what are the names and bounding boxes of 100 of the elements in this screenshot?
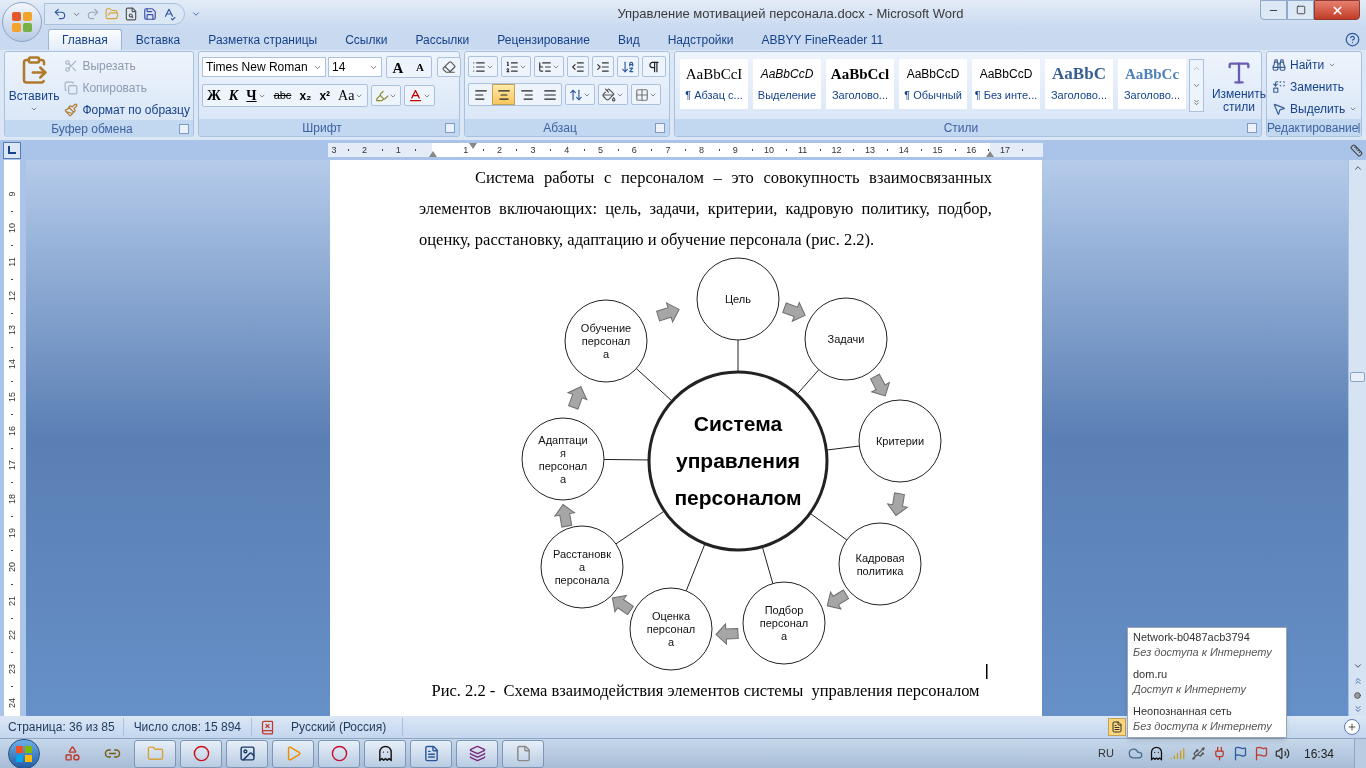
ribbon-tab[interactable]: Вид (603, 29, 654, 50)
close-button[interactable] (1314, 0, 1360, 20)
node-label: Подбор персонал а (759, 604, 809, 642)
taskbar-button[interactable] (226, 739, 268, 768)
zoom-in-button[interactable] (1344, 719, 1360, 735)
shrink-font-button[interactable]: A (409, 57, 431, 77)
folder-icon (105, 7, 119, 21)
ribbon-tab[interactable]: Ссылки (331, 29, 402, 50)
ruler-number: 16 (965, 144, 978, 157)
align-justify-icon (542, 87, 557, 102)
change-styles-button[interactable]: Изменить стили (1208, 59, 1270, 114)
connector-line (737, 339, 739, 373)
ribbon-tab[interactable]: Надстройки (653, 29, 748, 50)
block-arrow (554, 504, 576, 528)
node-label: Оценка персонал а (646, 610, 696, 648)
ruler-number: 17 (998, 144, 1011, 157)
editing-button[interactable]: Найти (1272, 55, 1358, 75)
format-button[interactable]: К (224, 85, 243, 106)
font-color-button[interactable] (404, 85, 436, 106)
clock[interactable]: 16:34 (1303, 744, 1334, 763)
ruler-number: 24 (6, 696, 18, 710)
help-icon (1345, 32, 1360, 47)
word-count[interactable]: Число слов: 15 894 (123, 718, 253, 736)
multilevel-list-button[interactable] (534, 56, 564, 77)
start-button[interactable] (8, 738, 40, 768)
numbering-button[interactable] (501, 56, 531, 77)
text-cursor (986, 664, 988, 679)
style-tile[interactable]: AaBbCcI ¶ Абзац с... (680, 59, 748, 109)
scrollbar-thumb[interactable] (1350, 372, 1365, 382)
editing-button[interactable]: Заменить (1272, 77, 1358, 97)
shading-button[interactable] (598, 84, 628, 105)
ribbon-tab[interactable]: Разметка страницы (194, 29, 332, 50)
tab-selector-button[interactable] (3, 141, 21, 159)
indent-icon (596, 59, 610, 74)
print-layout-button[interactable] (1108, 718, 1126, 736)
input-language[interactable]: RU (1098, 745, 1114, 762)
style-tile[interactable]: AaBbCcD ¶ Обычный (899, 59, 967, 109)
show-marks-button[interactable] (642, 56, 666, 77)
ruler-number: 15 (6, 391, 18, 405)
ruler-number: 4 (563, 144, 571, 157)
increase-indent-button[interactable] (592, 56, 614, 77)
ruler-number: 21 (6, 594, 18, 608)
replace-icon (1272, 80, 1286, 94)
bullets-button[interactable] (468, 56, 498, 77)
dialog-launcher-button[interactable] (179, 123, 189, 134)
borders-button[interactable] (631, 84, 661, 105)
format-button[interactable]: x² (315, 85, 335, 106)
block-arrow (870, 373, 890, 397)
dialog-launcher-button[interactable] (445, 122, 455, 133)
ruler-number: 22 (6, 628, 18, 642)
format-button[interactable]: abc (269, 85, 296, 106)
ribbon-tab[interactable]: Вставка (121, 29, 195, 50)
block-arrow (611, 594, 634, 616)
dialog-launcher-button[interactable] (655, 122, 665, 133)
ribbon-tab[interactable]: Рецензирование (483, 29, 604, 50)
page-count[interactable]: Страница: 36 из 85 (0, 718, 124, 736)
ruler-number: 1 (462, 144, 470, 157)
highlight-button[interactable] (371, 85, 402, 106)
clear-formatting-button[interactable] (437, 57, 461, 77)
style-tile[interactable]: AaBbC Заголово... (1045, 59, 1113, 109)
clipboard-button[interactable]: Формат по образцу (64, 99, 190, 120)
spelling-book-icon (260, 719, 276, 735)
undo-icon (53, 7, 67, 21)
tab-stop-icon (8, 146, 16, 154)
format-button[interactable]: Aa (334, 85, 368, 106)
style-tile[interactable]: AaBbCcD Выделение (753, 59, 821, 109)
decrease-indent-button[interactable] (567, 56, 589, 77)
taskbar-button[interactable] (456, 739, 498, 768)
group-title: Шрифт (301, 119, 343, 137)
line-spacing-button[interactable] (565, 84, 595, 105)
align-center-icon (496, 87, 511, 102)
font-size-field[interactable]: 14 (328, 57, 382, 77)
grow-font-button[interactable]: A (387, 57, 409, 77)
ribbon-tab[interactable]: Главная (48, 29, 122, 50)
ribbon-tab[interactable]: Рассылки (401, 29, 484, 50)
taskbar-button[interactable] (364, 739, 406, 768)
format-button[interactable]: Ч (242, 85, 270, 106)
group-title: Редактирование (1267, 119, 1359, 137)
language-indicator[interactable]: Русский (Россия) (275, 718, 404, 736)
office-button[interactable] (2, 2, 42, 42)
ruler-number: 9 (731, 144, 739, 157)
ribbon-tab[interactable]: ABBYY FineReader 11 (747, 29, 898, 50)
taskbar-button[interactable] (410, 739, 452, 768)
format-button[interactable]: Ж (203, 85, 225, 106)
font-name-field[interactable]: Times New Roman (202, 57, 326, 77)
style-tile[interactable]: AaBbCcD ¶ Без инте... (972, 59, 1040, 109)
align-button[interactable] (492, 84, 515, 105)
paste-button[interactable]: Вставить (8, 55, 61, 119)
sort-button[interactable] (617, 56, 639, 77)
format-button[interactable]: x₂ (295, 85, 316, 106)
restore-button[interactable] (1287, 0, 1314, 20)
dialog-launcher-button[interactable] (1247, 122, 1257, 133)
ghost-icon (1148, 746, 1164, 761)
connector-line (615, 510, 665, 545)
style-tile[interactable]: AaBbCc Заголово... (1118, 59, 1186, 109)
body-paragraph: Система работы с персоналом – это совокупность взаимосвязанных элементов включающих: цель, задачи, критерии, кадровую политику, подбор, оценку, расстановку, адаптацию и обучение персонала (рис. 2.2). (419, 167, 992, 251)
ghost-icon (376, 745, 394, 762)
editing-button[interactable]: Выделить (1272, 99, 1358, 119)
dropdown-icon (1328, 61, 1337, 69)
style-tile[interactable]: AaBbCcl Заголово... (826, 59, 894, 109)
